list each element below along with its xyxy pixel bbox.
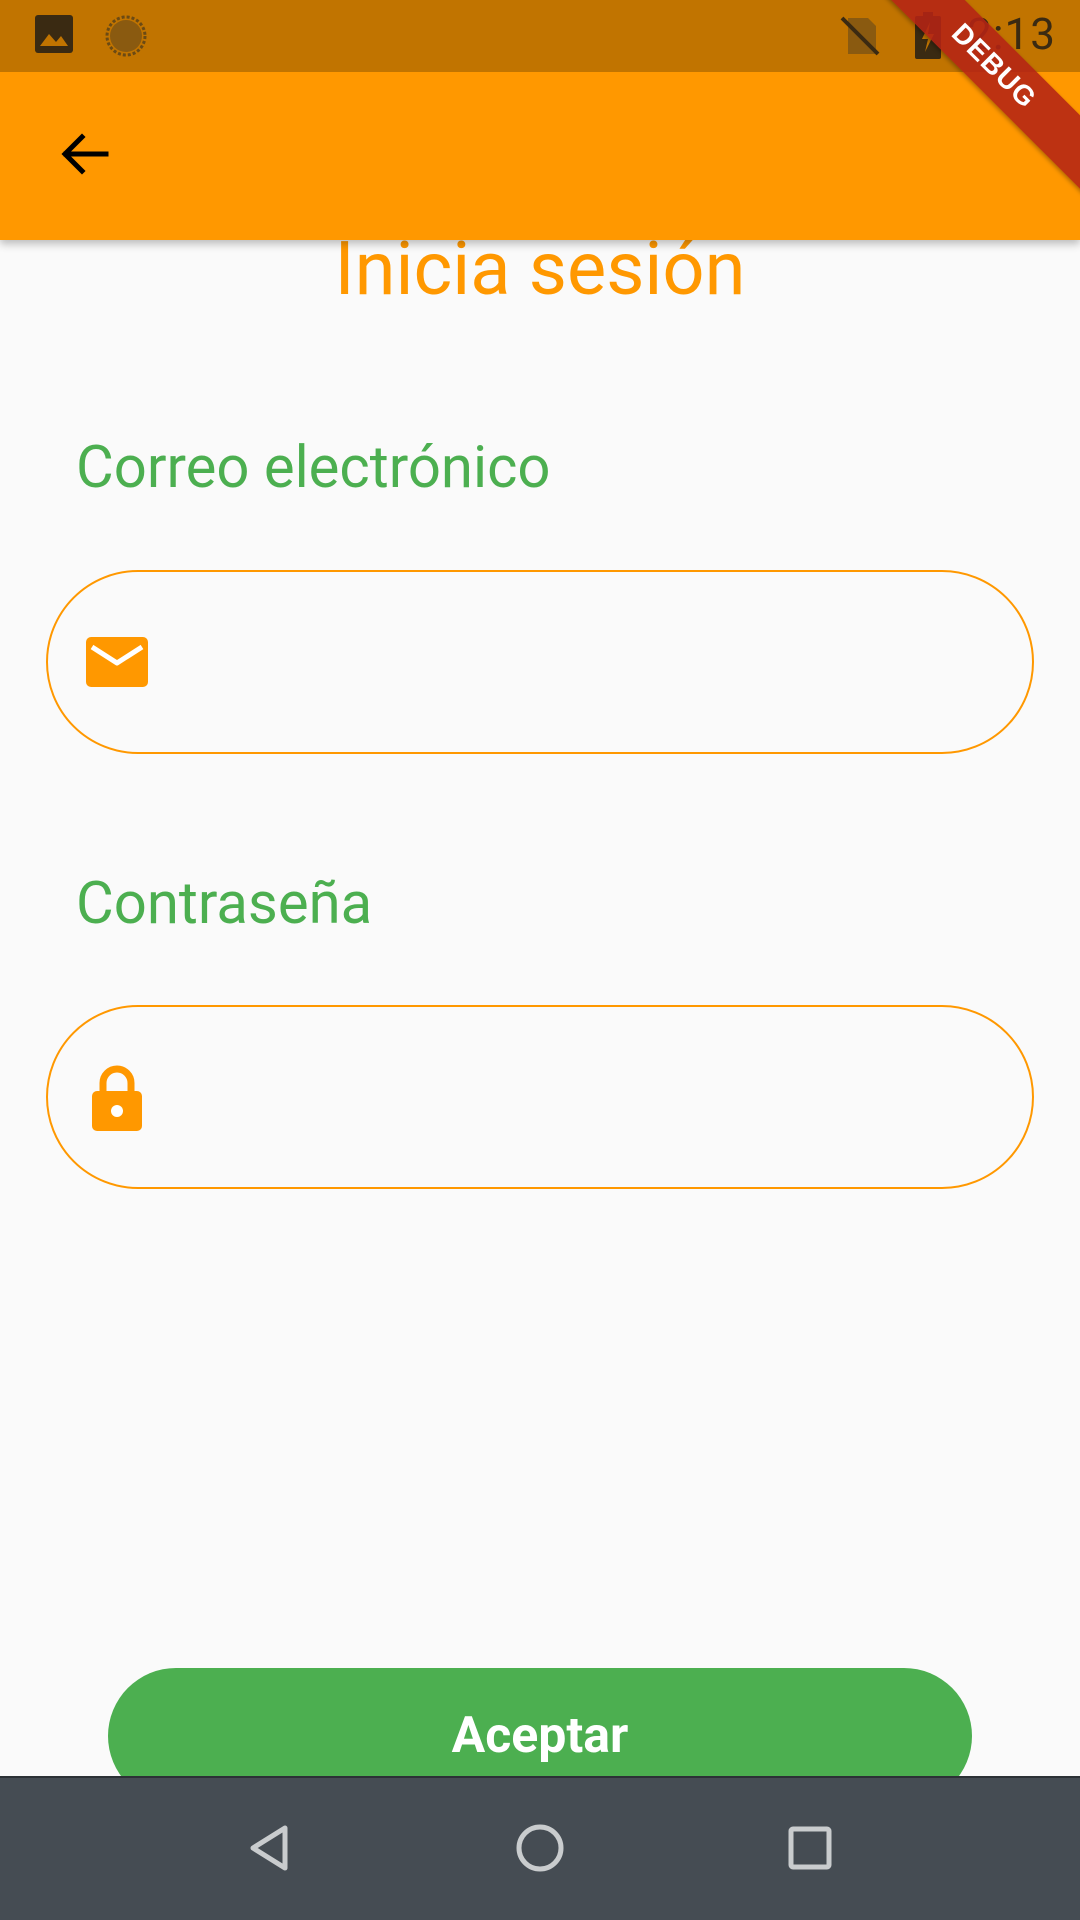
nav-home-button[interactable] xyxy=(490,1800,590,1900)
back-triangle-icon xyxy=(245,1823,295,1877)
system-navigation-bar xyxy=(0,1776,1080,1920)
password-label: Contraseña xyxy=(76,870,373,938)
password-input[interactable] xyxy=(218,1057,982,1139)
home-circle-icon xyxy=(514,1822,566,1878)
password-field[interactable] xyxy=(46,1005,1034,1189)
nav-back-button[interactable] xyxy=(220,1800,320,1900)
progress-icon xyxy=(104,14,148,62)
login-screen: 2:13 DEBUG Inicia sesión Correo electrón… xyxy=(0,0,1080,1920)
battery-charging-icon xyxy=(914,12,942,64)
email-input[interactable] xyxy=(218,622,982,704)
status-bar: 2:13 xyxy=(0,0,1080,72)
back-button[interactable] xyxy=(28,112,140,200)
recents-square-icon xyxy=(786,1824,834,1876)
email-label: Correo electrónico xyxy=(76,434,551,502)
nav-recents-button[interactable] xyxy=(760,1800,860,1900)
email-field[interactable] xyxy=(46,570,1034,754)
mail-icon xyxy=(84,629,150,695)
no-sim-icon xyxy=(838,14,882,62)
image-icon xyxy=(34,14,74,58)
lock-icon xyxy=(84,1063,150,1131)
app-bar xyxy=(0,72,1080,240)
status-time: 2:13 xyxy=(967,8,1056,60)
arrow-back-icon xyxy=(56,126,112,186)
